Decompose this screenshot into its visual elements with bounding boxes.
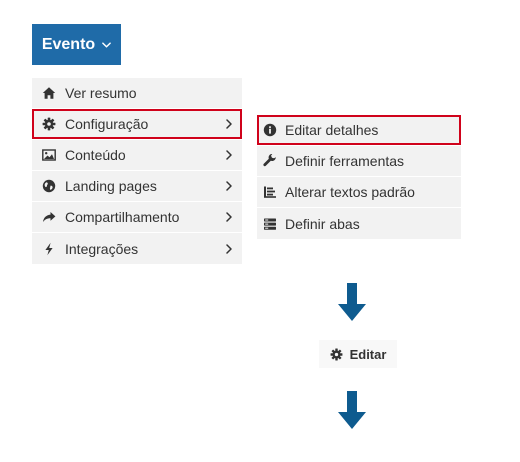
gear-icon <box>42 117 56 131</box>
submenu-item-label: Alterar textos padrão <box>285 184 415 200</box>
gear-icon <box>330 348 343 360</box>
submenu-item-label: Definir ferramentas <box>285 153 405 169</box>
menu-item-label: Compartilhamento <box>65 209 180 225</box>
bolt-icon <box>42 242 56 256</box>
menu-item-integracoes[interactable]: Integrações <box>32 233 242 264</box>
arrow-down-icon <box>337 282 367 322</box>
text-lines-icon <box>263 185 277 199</box>
menu-item-landing-pages[interactable]: Landing pages <box>32 171 242 202</box>
configuracao-submenu: Editar detalhes Definir ferramentas Alte… <box>257 115 461 239</box>
submenu-item-definir-ferramentas[interactable]: Definir ferramentas <box>257 146 461 177</box>
home-icon <box>42 86 56 100</box>
editar-button-label: Editar <box>349 346 387 362</box>
menu-item-label: Integrações <box>65 240 139 257</box>
menu-item-label: Ver resumo <box>65 85 137 101</box>
share-icon <box>42 210 56 224</box>
image-icon <box>42 148 56 162</box>
info-circle-icon <box>263 123 277 137</box>
menu-item-ver-resumo[interactable]: Ver resumo <box>32 78 242 109</box>
editar-button[interactable]: Editar <box>319 340 397 368</box>
evento-dropdown-label: Evento <box>41 35 96 53</box>
arrow-down-icon <box>337 390 367 430</box>
submenu-item-alterar-textos-padrao[interactable]: Alterar textos padrão <box>257 177 461 208</box>
submenu-item-label: Definir abas <box>285 215 360 232</box>
submenu-item-editar-detalhes[interactable]: Editar detalhes <box>257 115 461 146</box>
chevron-right-icon <box>226 202 232 232</box>
menu-item-label: Conteúdo <box>65 147 126 163</box>
chevron-right-icon <box>226 140 232 170</box>
menu-item-configuracao[interactable]: Configuração <box>32 109 242 140</box>
menu-item-label: Landing pages <box>65 178 157 194</box>
submenu-item-definir-abas[interactable]: Definir abas <box>257 208 461 239</box>
globe-icon <box>42 179 56 193</box>
chevron-right-icon <box>226 171 232 201</box>
chevron-right-icon <box>226 233 232 264</box>
chevron-right-icon <box>226 109 232 139</box>
wrench-icon <box>263 154 277 168</box>
chevron-down-icon <box>102 41 111 48</box>
menu-item-label: Configuração <box>65 116 149 132</box>
evento-dropdown-button[interactable]: Evento <box>32 24 121 65</box>
menu-item-compartilhamento[interactable]: Compartilhamento <box>32 202 242 233</box>
tabs-icon <box>263 217 277 231</box>
menu-item-conteudo[interactable]: Conteúdo <box>32 140 242 171</box>
evento-menu: Ver resumo Configuração Conteúdo Landing… <box>32 78 242 264</box>
submenu-item-label: Editar detalhes <box>285 122 379 138</box>
